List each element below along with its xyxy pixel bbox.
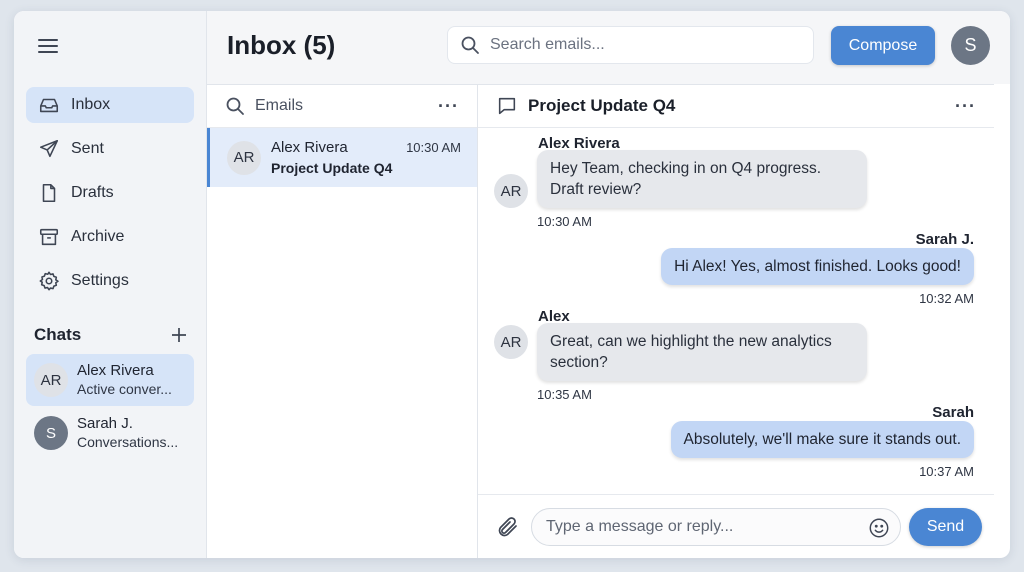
gear-icon <box>39 271 59 291</box>
search-icon <box>461 36 479 54</box>
message-time: 10:30 AM <box>537 214 592 229</box>
chat-name: Alex Rivera <box>77 362 154 379</box>
chat-subtitle: Conversations... <box>77 434 179 450</box>
sidebar-item-label: Sent <box>71 140 104 157</box>
sidebar-item-inbox[interactable]: Inbox <box>26 87 194 123</box>
chat-item-alex-rivera[interactable]: AR Alex Rivera Active conver... <box>26 354 194 406</box>
chats-header: Chats <box>34 322 189 348</box>
search-icon[interactable] <box>225 96 245 116</box>
user-avatar[interactable]: S <box>951 26 990 65</box>
paperclip-icon[interactable] <box>496 515 520 539</box>
hamburger-icon[interactable] <box>38 38 60 54</box>
top-bar: Inbox (5) Compose S <box>207 11 1010 84</box>
archive-icon <box>39 228 59 246</box>
message-sender: Sarah <box>932 404 974 421</box>
email-time: 10:30 AM <box>406 140 461 155</box>
app-window: Inbox Sent Drafts Archive Settings Chats… <box>14 11 1010 558</box>
sidebar-item-settings[interactable]: Settings <box>26 263 194 299</box>
message-time: 10:35 AM <box>537 387 592 402</box>
chats-title: Chats <box>34 325 82 344</box>
email-list: Emails ··· AR Alex Rivera Project Update… <box>207 84 478 558</box>
sidebar-item-label: Drafts <box>71 184 114 201</box>
email-subject: Project Update Q4 <box>271 159 393 176</box>
sidebar-item-sent[interactable]: Sent <box>26 131 194 167</box>
message-bubble: Hey Team, checking in on Q4 progress. Dr… <box>537 150 867 208</box>
chat-name: Sarah J. <box>77 415 133 432</box>
avatar: AR <box>227 140 261 175</box>
search-box[interactable] <box>447 26 814 64</box>
sidebar-item-label: Archive <box>71 228 125 245</box>
sidebar: Inbox Sent Drafts Archive Settings Chats… <box>14 11 207 558</box>
chat-bubble-icon <box>498 97 516 115</box>
page-title: Inbox (5) <box>227 30 336 60</box>
conversation-header: Project Update Q4 ··· <box>478 85 994 128</box>
message-bubble: Hi Alex! Yes, almost finished. Looks goo… <box>661 248 974 285</box>
avatar: AR <box>494 325 528 359</box>
message-bubble: Absolutely, we'll make sure it stands ou… <box>670 421 974 458</box>
search-input[interactable] <box>490 36 790 54</box>
message-input[interactable] <box>546 518 856 536</box>
sidebar-item-label: Settings <box>71 272 129 289</box>
avatar: AR <box>494 174 528 208</box>
chat-subtitle: Active conver... <box>77 381 172 397</box>
avatar: S <box>34 416 68 450</box>
email-list-label: Emails <box>255 97 304 114</box>
sidebar-item-archive[interactable]: Archive <box>26 219 194 255</box>
send-button[interactable]: Send <box>909 508 982 546</box>
conversation-title: Project Update Q4 <box>528 96 676 115</box>
message-composer: Send <box>478 494 994 558</box>
inbox-icon <box>39 98 59 113</box>
send-icon <box>39 139 59 158</box>
message-bubble: Great, can we highlight the new analytic… <box>537 323 867 381</box>
message-time: 10:37 AM <box>919 464 974 479</box>
email-list-header: Emails ··· <box>207 85 477 128</box>
plus-icon[interactable] <box>169 325 189 345</box>
email-item[interactable]: AR Alex Rivera Project Update Q4 10:30 A… <box>207 128 477 187</box>
message-list: Alex Rivera AR Hey Team, checking in on … <box>478 128 994 495</box>
more-options-icon[interactable]: ··· <box>438 96 459 117</box>
more-options-icon[interactable]: ··· <box>955 96 976 117</box>
sidebar-item-drafts[interactable]: Drafts <box>26 175 194 211</box>
message-input-wrapper[interactable] <box>531 508 901 546</box>
message-time: 10:32 AM <box>919 291 974 306</box>
email-sender: Alex Rivera <box>271 138 348 156</box>
compose-button[interactable]: Compose <box>831 26 935 65</box>
sidebar-item-label: Inbox <box>71 96 111 113</box>
chat-item-sarah-j[interactable]: S Sarah J. Conversations... <box>26 407 194 459</box>
conversation-pane: Project Update Q4 ··· Alex Rivera AR Hey… <box>478 84 994 558</box>
avatar: AR <box>34 363 68 397</box>
message-sender: Sarah J. <box>915 231 974 248</box>
emoji-icon[interactable] <box>868 517 890 539</box>
document-icon <box>42 183 56 203</box>
